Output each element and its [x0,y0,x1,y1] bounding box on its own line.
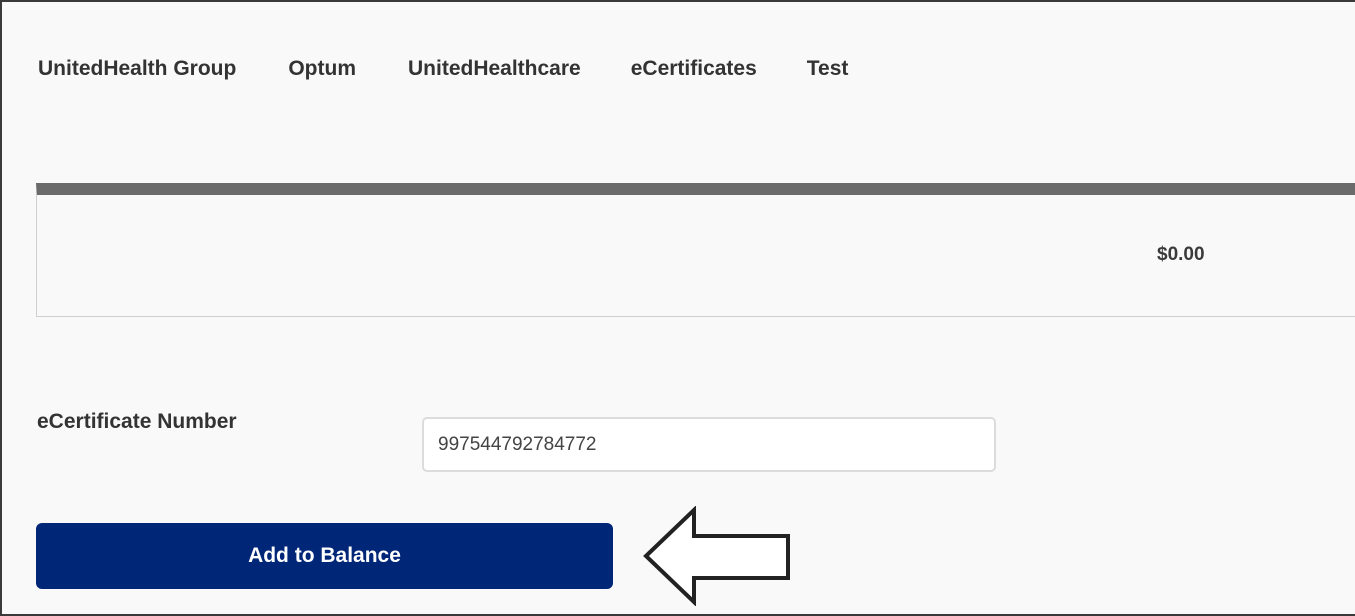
ecertificate-number-input[interactable] [422,417,996,472]
left-arrow-outline-icon [643,506,790,606]
nav-item-unitedhealthcare[interactable]: UnitedHealthcare [408,57,581,81]
add-to-balance-button[interactable]: Add to Balance [36,523,613,589]
balance-amount: $0.00 [1157,244,1205,265]
nav-item-test[interactable]: Test [807,57,849,81]
nav-item-optum[interactable]: Optum [288,57,356,81]
ecertificate-number-label: eCertificate Number [37,410,237,433]
page-frame: UnitedHealth Group Optum UnitedHealthcar… [0,0,1355,616]
nav-item-unitedhealth-group[interactable]: UnitedHealth Group [38,57,236,81]
top-nav: UnitedHealth Group Optum UnitedHealthcar… [38,57,848,81]
nav-item-ecertificates[interactable]: eCertificates [631,57,757,81]
